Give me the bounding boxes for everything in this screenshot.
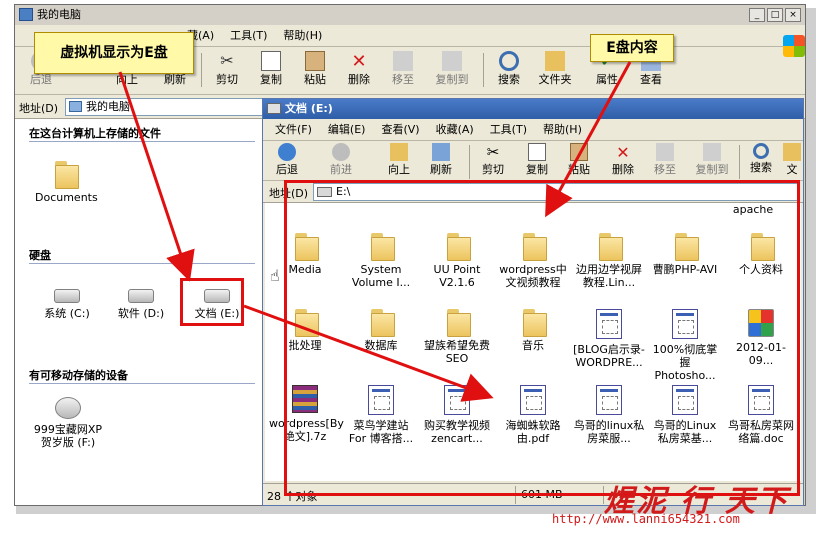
drive-f-cd[interactable]: 999宝藏网XP 贺岁版 (F:) [27,395,109,449]
copy-to-button[interactable]: 复制到 [427,49,477,93]
section-stored-files: 在这台计算机上存储的文件 [29,127,161,140]
drive-e-title: 文档 (E:) [285,102,333,115]
maximize-button[interactable]: □ [767,8,783,22]
menu-view[interactable]: 查看(V) [373,119,427,140]
copy-to-icon [703,143,721,161]
menu-help[interactable]: 帮助(H) [275,25,330,46]
back-arrow-icon [278,143,296,161]
search-button[interactable]: 搜索 [489,49,529,93]
drive-e-title-bar[interactable]: 文档 (E:) [263,99,803,119]
my-computer-title-bar[interactable]: 我的电脑 _ □ × [15,5,805,25]
hard-drive-icon [267,103,281,114]
drive-e-toolbar: 后退 前进 向上 刷新 ✂ 剪切 复制 粘贴 ✕ 删除 移至 复制到 搜索 文 [263,141,803,181]
move-to-button[interactable]: 移至 [383,49,423,93]
address-label: 地址(D) [19,102,59,115]
copy-icon [528,143,546,161]
callout-drive-contents: E盘内容 [590,34,674,62]
cut-button[interactable]: ✂ 剪切 [473,141,513,185]
refresh-icon [432,143,450,161]
folder-icon [52,161,79,189]
paste-button[interactable]: 粘贴 [559,141,599,185]
copy-button[interactable]: 复制 [251,49,291,93]
delete-x-icon: ✕ [351,51,367,72]
menu-tools[interactable]: 工具(T) [482,119,535,140]
hard-drive-icon [128,289,154,303]
menu-favorites[interactable]: 收藏(A) [428,119,482,140]
move-to-icon [393,51,413,71]
computer-icon [69,101,82,112]
folder-up-icon [390,143,408,161]
folders-button[interactable]: 文件夹 [531,49,579,93]
drive-e-menu-bar: 文件(F) 编辑(E) 查看(V) 收藏(A) 工具(T) 帮助(H) [263,119,803,141]
section-hard-drives: 硬盘 [29,249,51,262]
paste-button[interactable]: 粘贴 [295,49,335,93]
copy-icon [261,51,281,71]
cut-button[interactable]: ✂ 剪切 [207,49,247,93]
drive-c[interactable]: 系统 (C:) [39,279,95,320]
clipboard-icon [305,51,325,71]
my-computer-title: 我的电脑 [37,8,81,21]
move-to-button[interactable]: 移至 [645,141,685,185]
section-removable-devices: 有可移动存储的设备 [29,369,128,382]
delete-x-icon: ✕ [616,143,630,162]
highlight-drive-contents [284,180,800,496]
copy-to-icon [442,51,462,71]
scissors-icon: ✂ [220,51,234,70]
up-button[interactable]: 向上 [379,141,419,185]
delete-button[interactable]: ✕ 删除 [603,141,643,185]
clipboard-icon [570,143,588,161]
close-button[interactable]: × [785,8,801,22]
delete-button[interactable]: ✕ 删除 [339,49,379,93]
copy-button[interactable]: 复制 [517,141,557,185]
search-icon [753,143,769,159]
search-button[interactable]: 搜索 [741,141,781,185]
folder-icon [545,51,565,71]
move-to-icon [656,143,674,161]
menu-tools[interactable]: 工具(T) [222,25,275,46]
search-icon [499,51,519,71]
windows-logo-icon [783,35,805,57]
menu-help[interactable]: 帮助(H) [535,119,590,140]
menu-edit[interactable]: 编辑(E) [320,119,374,140]
forward-button[interactable]: 前进 [321,141,361,185]
highlight-drive-e [180,278,244,326]
scissors-icon: ✂ [486,143,500,161]
cd-drive-icon [55,397,81,419]
drive-d[interactable]: 软件 (D:) [113,279,169,320]
address-input[interactable]: 我的电脑 [65,98,275,116]
forward-arrow-icon [332,143,350,161]
back-button[interactable]: 后退 [267,141,307,185]
documents-folder[interactable]: Documents [35,161,98,204]
folder-icon [783,143,801,161]
folders-button[interactable]: 文 [783,141,801,185]
callout-virtual-drive: 虚拟机显示为E盘 [34,32,194,74]
minimize-button[interactable]: _ [749,8,765,22]
refresh-button[interactable]: 刷新 [421,141,461,185]
computer-icon [19,8,33,21]
hand-cursor-icon: ☝ [270,266,280,285]
copy-to-button[interactable]: 复制到 [687,141,737,185]
watermark-url: http://www.lanni654321.com [552,512,740,526]
menu-file[interactable]: 文件(F) [267,119,320,140]
hard-drive-icon [54,289,80,303]
